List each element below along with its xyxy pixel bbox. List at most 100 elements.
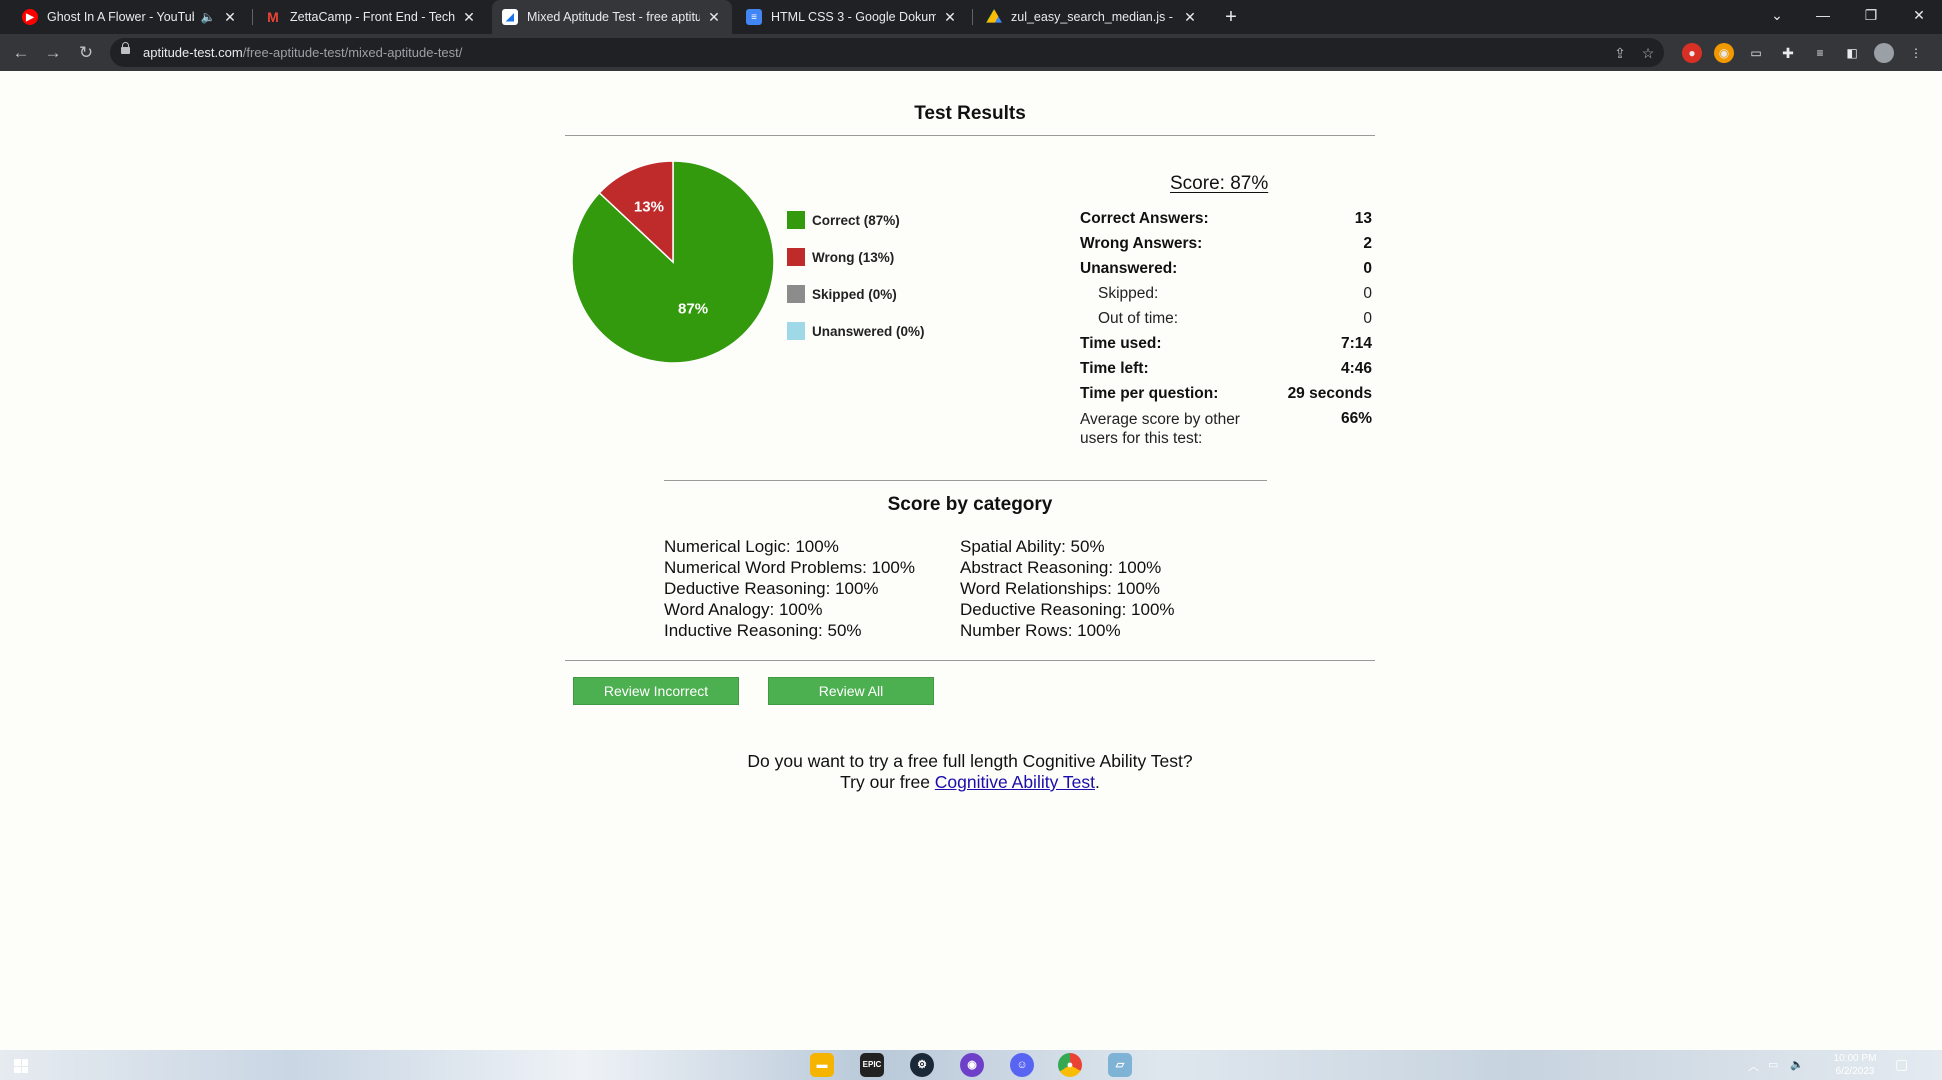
extension-adblock-icon[interactable]: ● bbox=[1682, 43, 1702, 63]
category-item: Spatial Ability: 50% bbox=[960, 537, 1105, 556]
page-title: Test Results bbox=[914, 103, 1026, 124]
legend-swatch bbox=[787, 322, 805, 340]
stat-time-used: Time used: 7:14 bbox=[1080, 335, 1372, 352]
legend-item: Skipped (0%) bbox=[787, 285, 897, 303]
category-item: Inductive Reasoning: 50% bbox=[664, 621, 862, 640]
browser-toolbar: ← → ↻ aptitude-test.com/free-aptitude-te… bbox=[0, 34, 1942, 71]
bookmark-star-icon[interactable]: ☆ bbox=[1638, 43, 1658, 63]
aptitude-test-icon: ◢ bbox=[502, 9, 518, 25]
category-item: Numerical Logic: 100% bbox=[664, 537, 839, 556]
stat-time-left: Time left: 4:46 bbox=[1080, 360, 1372, 377]
forward-icon[interactable]: → bbox=[40, 40, 66, 66]
menu-kebab-icon[interactable]: ⋮ bbox=[1906, 43, 1926, 63]
steam-icon[interactable]: ⚙ bbox=[910, 1053, 934, 1077]
promo-link-line: Try our free Cognitive Ability Test. bbox=[840, 772, 1100, 792]
reload-icon[interactable]: ↻ bbox=[73, 40, 99, 66]
cognitive-test-link[interactable]: Cognitive Ability Test bbox=[935, 772, 1095, 792]
volume-icon[interactable]: 🔈 bbox=[1790, 1058, 1804, 1071]
close-tab-icon[interactable]: ✕ bbox=[1182, 9, 1198, 25]
legend-item: Unanswered (0%) bbox=[787, 322, 925, 340]
google-drive-icon bbox=[986, 9, 1002, 23]
minimize-button[interactable]: — bbox=[1800, 0, 1846, 34]
legend-label: Correct (87%) bbox=[812, 212, 900, 228]
category-item: Deductive Reasoning: 100% bbox=[960, 600, 1175, 619]
stat-average-score: Average score by other users for this te… bbox=[1080, 410, 1372, 447]
notes-icon[interactable]: ▱ bbox=[1108, 1053, 1132, 1077]
stat-out-of-time: Out of time: 0 bbox=[1098, 310, 1372, 327]
legend-item: Wrong (13%) bbox=[787, 248, 894, 266]
tab-separator bbox=[252, 9, 253, 25]
close-tab-icon[interactable]: ✕ bbox=[461, 9, 477, 25]
divider bbox=[664, 480, 1267, 481]
url-text[interactable]: aptitude-test.com/free-aptitude-test/mix… bbox=[143, 45, 462, 60]
profile-avatar[interactable] bbox=[1874, 43, 1894, 63]
stat-unanswered: Unanswered: 0 bbox=[1080, 260, 1372, 277]
legend-label: Wrong (13%) bbox=[812, 249, 895, 265]
category-title: Score by category bbox=[887, 494, 1053, 515]
extension-gamepad-icon[interactable]: ▭ bbox=[1746, 43, 1766, 63]
review-all-button[interactable]: Review All bbox=[768, 677, 934, 705]
divider bbox=[565, 660, 1375, 661]
lock-icon bbox=[121, 42, 130, 57]
legend-swatch bbox=[787, 248, 805, 266]
category-item: Number Rows: 100% bbox=[960, 621, 1121, 640]
github-icon[interactable]: ◉ bbox=[960, 1053, 984, 1077]
extension-owl-icon[interactable]: ◉ bbox=[1714, 43, 1734, 63]
promo-text: Do you want to try a free full length Co… bbox=[747, 751, 1193, 771]
legend-label: Unanswered (0%) bbox=[812, 323, 925, 339]
taskbar-clock[interactable]: 10:00 PM 6/2/2023 bbox=[1825, 1052, 1885, 1078]
browser-tab-bar: ▶ Ghost In A Flower - YouTube 🔈 ✕ M Zett… bbox=[0, 0, 1942, 34]
category-item: Word Analogy: 100% bbox=[664, 600, 823, 619]
score-pie-chart: 87% 13% bbox=[571, 160, 775, 364]
share-icon[interactable]: ⇪ bbox=[1610, 43, 1630, 63]
chrome-icon[interactable]: ● bbox=[1058, 1053, 1082, 1077]
legend-swatch bbox=[787, 285, 805, 303]
google-docs-icon: ≡ bbox=[746, 9, 762, 25]
review-incorrect-button[interactable]: Review Incorrect bbox=[573, 677, 739, 705]
close-tab-icon[interactable]: ✕ bbox=[706, 9, 722, 25]
side-panel-icon[interactable]: ◧ bbox=[1842, 43, 1862, 63]
tab-separator bbox=[972, 9, 973, 25]
windows-start-icon[interactable] bbox=[14, 1059, 28, 1073]
back-icon[interactable]: ← bbox=[8, 40, 34, 66]
category-item: Word Relationships: 100% bbox=[960, 579, 1161, 598]
score-title: Score: 87% bbox=[1170, 173, 1269, 194]
stat-time-per-question: Time per question: 29 seconds bbox=[1080, 385, 1372, 402]
page-content: Test Results 87% 13% Correct (87%) Wrong (… bbox=[0, 71, 1942, 1050]
windows-taskbar: ▬ EPIC ⚙ ◉ ☺ ● ▱ ︿ ▭ 🔈 10:00 PM 6/2/2023… bbox=[0, 1050, 1942, 1080]
close-tab-icon[interactable]: ✕ bbox=[222, 9, 238, 25]
epic-games-icon[interactable]: EPIC bbox=[860, 1053, 884, 1077]
pie-slice-label: 13% bbox=[634, 198, 664, 215]
category-item: Abstract Reasoning: 100% bbox=[960, 558, 1162, 577]
divider bbox=[565, 135, 1375, 136]
speaker-icon[interactable]: 🔈 bbox=[200, 9, 216, 25]
stat-wrong: Wrong Answers: 2 bbox=[1080, 235, 1372, 252]
tab-gmail[interactable]: M ZettaCamp - Front End - Technical ✕ bbox=[255, 0, 487, 34]
youtube-icon: ▶ bbox=[22, 9, 38, 25]
reading-list-icon[interactable]: ≡ bbox=[1810, 43, 1830, 63]
new-tab-button[interactable]: + bbox=[1218, 4, 1244, 30]
notifications-icon[interactable]: ▢ bbox=[1895, 1056, 1908, 1073]
category-item: Deductive Reasoning: 100% bbox=[664, 579, 879, 598]
address-bar[interactable]: aptitude-test.com/free-aptitude-test/mix… bbox=[110, 38, 1664, 67]
close-tab-icon[interactable]: ✕ bbox=[942, 9, 958, 25]
tray-chevron-icon[interactable]: ︿ bbox=[1748, 1058, 1759, 1074]
stat-correct: Correct Answers: 13 bbox=[1080, 210, 1372, 227]
tab-google-docs[interactable]: ≡ HTML CSS 3 - Google Dokumen ✕ bbox=[736, 0, 968, 34]
stat-skipped: Skipped: 0 bbox=[1098, 285, 1372, 302]
category-item: Numerical Word Problems: 100% bbox=[664, 558, 915, 577]
restore-button[interactable]: ❐ bbox=[1848, 0, 1894, 34]
legend-item: Correct (87%) bbox=[787, 211, 900, 229]
extensions-puzzle-icon[interactable]: ✚ bbox=[1778, 43, 1798, 63]
tab-aptitude-test[interactable]: ◢ Mixed Aptitude Test - free aptitude ✕ bbox=[492, 0, 732, 34]
file-explorer-icon[interactable]: ▬ bbox=[810, 1053, 834, 1077]
pie-slice-label: 87% bbox=[678, 300, 708, 317]
tab-search-icon[interactable]: ⌄ bbox=[1754, 0, 1800, 34]
discord-icon[interactable]: ☺ bbox=[1010, 1053, 1034, 1077]
close-window-button[interactable]: ✕ bbox=[1896, 0, 1942, 34]
gmail-icon: M bbox=[267, 9, 279, 25]
network-icon[interactable]: ▭ bbox=[1768, 1058, 1778, 1071]
tab-youtube[interactable]: ▶ Ghost In A Flower - YouTube 🔈 ✕ bbox=[12, 0, 248, 34]
legend-label: Skipped (0%) bbox=[812, 286, 897, 302]
tab-google-drive[interactable]: zul_easy_search_median.js - Google ✕ bbox=[976, 0, 1208, 34]
